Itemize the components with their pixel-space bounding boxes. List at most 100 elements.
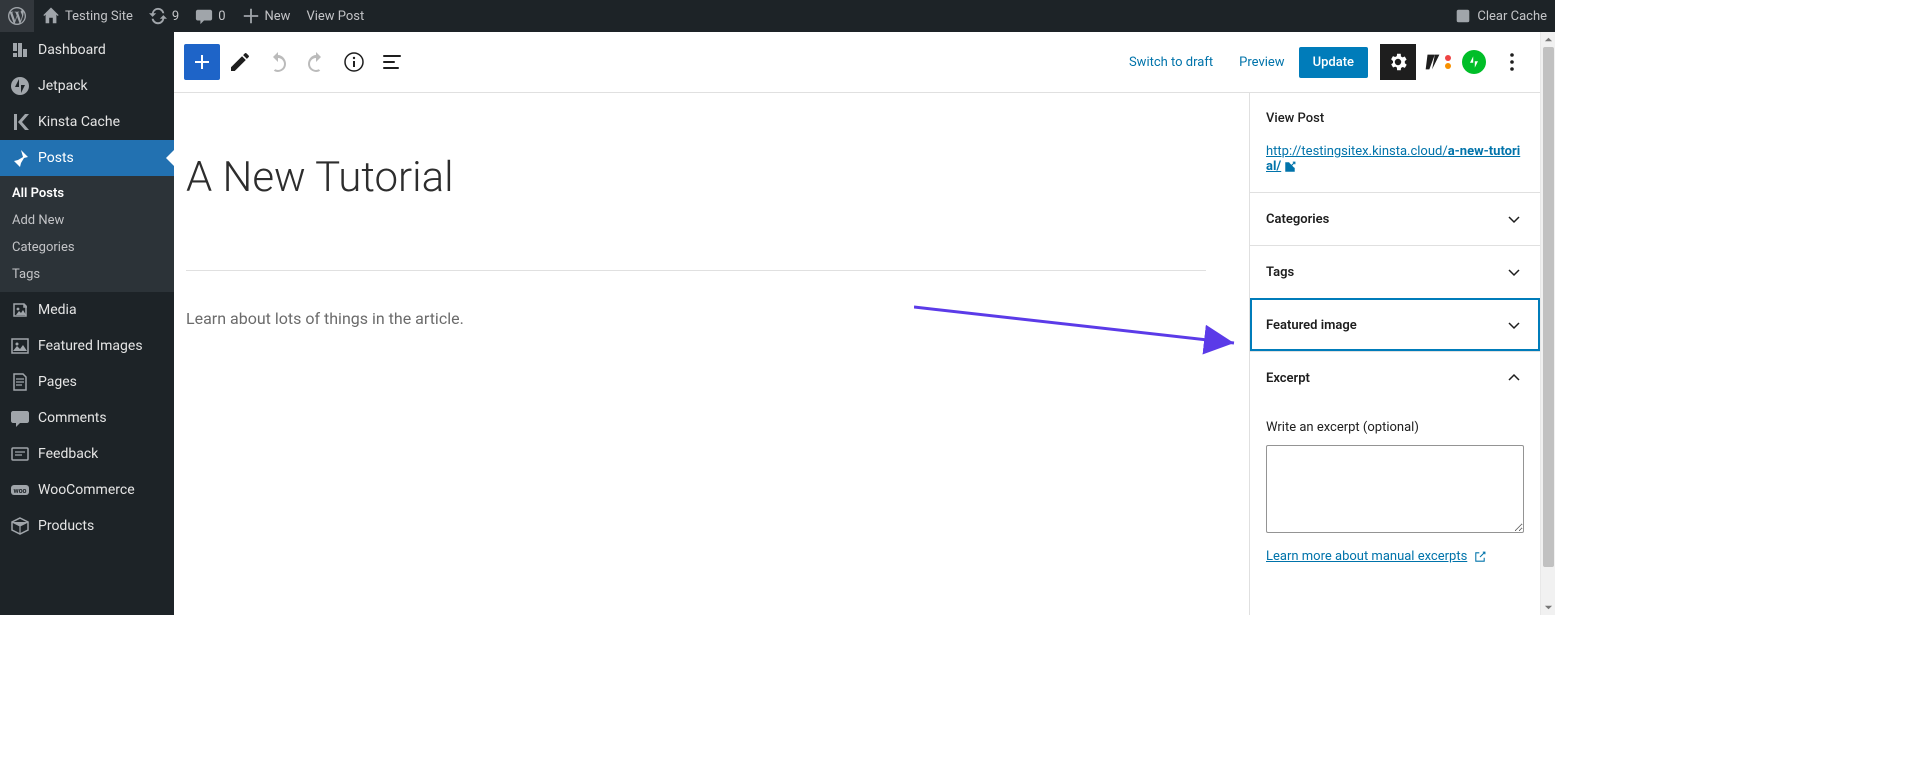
menu-label: Pages xyxy=(38,374,77,390)
tags-title: Tags xyxy=(1266,265,1294,280)
categories-title: Categories xyxy=(1266,212,1329,227)
excerpt-panel-body: Write an excerpt (optional) Learn more a… xyxy=(1250,404,1540,580)
external-link-icon xyxy=(1283,160,1297,174)
chevron-up-icon xyxy=(1504,368,1524,388)
update-button[interactable]: Update xyxy=(1299,47,1368,78)
media-icon xyxy=(10,300,30,320)
cache-icon xyxy=(1454,7,1472,25)
new-label: New xyxy=(265,9,291,24)
submenu-add-new[interactable]: Add New xyxy=(0,207,174,234)
excerpt-panel-header[interactable]: Excerpt xyxy=(1250,351,1540,404)
pin-icon xyxy=(10,148,30,168)
post-content[interactable]: Learn about lots of things in the articl… xyxy=(186,309,1216,328)
admin-sidebar: Dashboard Jetpack Kinsta Cache Posts All… xyxy=(0,32,174,615)
preview-link[interactable]: Preview xyxy=(1227,47,1296,78)
settings-sidebar[interactable]: View Post http://testingsitex.kinsta.clo… xyxy=(1249,93,1540,615)
editor-toolbar: Switch to draft Preview Update xyxy=(174,32,1540,93)
chevron-down-icon xyxy=(1504,315,1524,335)
featured-image-title: Featured image xyxy=(1266,318,1357,333)
svg-text:woo: woo xyxy=(13,487,26,495)
permalink-section: View Post http://testingsitex.kinsta.clo… xyxy=(1250,93,1540,192)
excerpt-learn-more-link[interactable]: Learn more about manual excerpts xyxy=(1266,549,1487,564)
feedback-icon xyxy=(10,444,30,464)
refresh-icon xyxy=(149,7,167,25)
submenu-all-posts[interactable]: All Posts xyxy=(0,180,174,207)
products-icon xyxy=(10,516,30,536)
image-icon xyxy=(10,336,30,356)
post-title[interactable]: A New Tutorial xyxy=(186,153,1216,230)
menu-featured-images[interactable]: Featured Images xyxy=(0,328,174,364)
add-block-button[interactable] xyxy=(184,44,220,80)
details-button[interactable] xyxy=(336,44,372,80)
menu-label: Dashboard xyxy=(38,42,106,58)
menu-pages[interactable]: Pages xyxy=(0,364,174,400)
view-post-heading: View Post xyxy=(1266,111,1524,126)
tools-button[interactable] xyxy=(222,44,258,80)
dashboard-icon xyxy=(10,40,30,60)
submenu-tags[interactable]: Tags xyxy=(0,261,174,288)
external-link-icon xyxy=(1473,550,1487,564)
menu-label: WooCommerce xyxy=(38,482,135,498)
tags-panel[interactable]: Tags xyxy=(1250,245,1540,298)
submenu-categories[interactable]: Categories xyxy=(0,234,174,261)
scrollbar-thumb[interactable] xyxy=(1543,47,1554,567)
menu-label: Media xyxy=(38,302,77,318)
menu-label: Kinsta Cache xyxy=(38,114,120,130)
jetpack-button[interactable] xyxy=(1456,44,1492,80)
menu-dashboard[interactable]: Dashboard xyxy=(0,32,174,68)
updates-link[interactable]: 9 xyxy=(141,0,187,32)
site-name-link[interactable]: Testing Site xyxy=(34,0,141,32)
redo-button[interactable] xyxy=(298,44,334,80)
menu-label: Jetpack xyxy=(38,78,88,94)
pages-icon xyxy=(10,372,30,392)
chevron-down-icon xyxy=(1504,209,1524,229)
excerpt-label: Write an excerpt (optional) xyxy=(1266,420,1524,435)
title-divider xyxy=(186,270,1206,271)
scroll-up-arrow[interactable] xyxy=(1541,32,1556,47)
menu-label: Feedback xyxy=(38,446,98,462)
settings-toggle[interactable] xyxy=(1380,44,1416,80)
categories-panel[interactable]: Categories xyxy=(1250,192,1540,245)
menu-woocommerce[interactable]: woo WooCommerce xyxy=(0,472,174,508)
comment-icon xyxy=(195,7,213,25)
menu-posts[interactable]: Posts xyxy=(0,140,174,176)
wp-logo[interactable] xyxy=(0,0,34,32)
new-content[interactable]: New xyxy=(234,0,299,32)
plus-icon xyxy=(242,7,260,25)
outline-button[interactable] xyxy=(374,44,410,80)
menu-label: Products xyxy=(38,518,94,534)
menu-products[interactable]: Products xyxy=(0,508,174,544)
menu-label: Posts xyxy=(38,150,74,166)
featured-image-panel[interactable]: Featured image xyxy=(1250,298,1540,351)
menu-comments[interactable]: Comments xyxy=(0,400,174,436)
comments-link[interactable]: 0 xyxy=(187,0,233,32)
excerpt-textarea[interactable] xyxy=(1266,445,1524,533)
jetpack-icon xyxy=(10,76,30,96)
clear-cache-link[interactable]: Clear Cache xyxy=(1446,0,1555,32)
view-post-label: View Post xyxy=(306,9,364,24)
more-options-button[interactable] xyxy=(1494,44,1530,80)
editor-canvas-scroll[interactable]: A New Tutorial Learn about lots of thing… xyxy=(174,93,1249,615)
woocommerce-icon: woo xyxy=(10,480,30,500)
menu-kinsta-cache[interactable]: Kinsta Cache xyxy=(0,104,174,140)
scroll-down-arrow[interactable] xyxy=(1541,600,1556,615)
menu-label: Featured Images xyxy=(38,338,143,354)
menu-media[interactable]: Media xyxy=(0,292,174,328)
switch-to-draft-link[interactable]: Switch to draft xyxy=(1117,47,1225,78)
excerpt-learn-more-label: Learn more about manual excerpts xyxy=(1266,549,1467,564)
comments-icon xyxy=(10,408,30,428)
wordpress-icon xyxy=(8,7,26,25)
comments-count: 0 xyxy=(218,9,225,24)
site-name-label: Testing Site xyxy=(65,9,133,24)
view-post-adminbar[interactable]: View Post xyxy=(298,0,372,32)
menu-feedback[interactable]: Feedback xyxy=(0,436,174,472)
permalink-link[interactable]: http://testingsitex.kinsta.cloud/a-new-t… xyxy=(1266,144,1520,174)
browser-scrollbar[interactable] xyxy=(1540,32,1555,615)
undo-button[interactable] xyxy=(260,44,296,80)
excerpt-title: Excerpt xyxy=(1266,371,1310,386)
yoast-button[interactable] xyxy=(1418,44,1454,80)
home-icon xyxy=(42,7,60,25)
clear-cache-label: Clear Cache xyxy=(1477,9,1547,24)
menu-jetpack[interactable]: Jetpack xyxy=(0,68,174,104)
chevron-down-icon xyxy=(1504,262,1524,282)
